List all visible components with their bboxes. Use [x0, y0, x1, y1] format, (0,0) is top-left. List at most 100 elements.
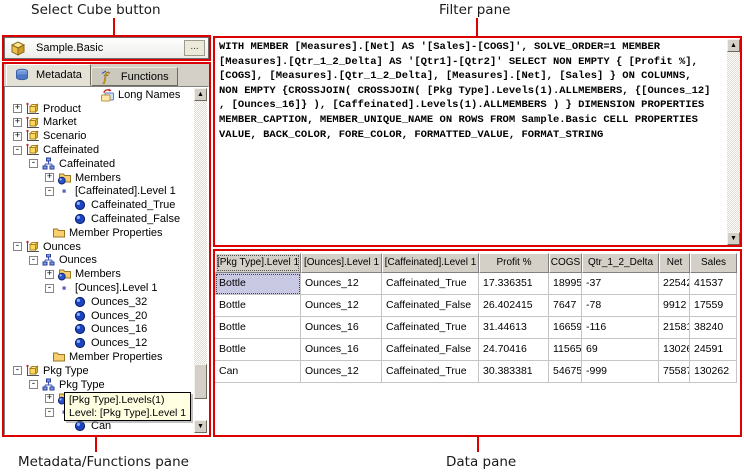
expand-icon[interactable]: + — [13, 118, 22, 127]
table-cell[interactable]: 54675 — [549, 361, 582, 383]
filter-scrollbar-track[interactable] — [727, 52, 740, 232]
table-cell[interactable]: Caffeinated_True — [382, 273, 479, 295]
tree-item-member-properties[interactable]: Member Properties — [5, 226, 194, 240]
scroll-down-button[interactable]: ▼ — [194, 420, 207, 433]
column-header-ounces-level-1[interactable]: [Ounces].Level 1 — [301, 253, 382, 273]
tree-item-ounces[interactable]: -Ounces — [5, 254, 194, 268]
expand-icon[interactable]: + — [45, 173, 54, 182]
selected-cell[interactable]: Bottle — [215, 273, 301, 295]
table-cell[interactable]: Ounces_12 — [301, 273, 382, 295]
table-cell[interactable]: Bottle — [215, 339, 301, 361]
table-cell[interactable]: -116 — [582, 317, 659, 339]
table-cell[interactable]: 24.70416 — [479, 339, 549, 361]
cube-selector-field[interactable]: Sample.Basic ... — [4, 37, 209, 59]
tree-item-caffeinated-true[interactable]: Caffeinated_True — [5, 198, 194, 212]
table-cell[interactable]: Caffeinated_True — [382, 317, 479, 339]
table-cell[interactable]: Ounces_16 — [301, 317, 382, 339]
tree-item-caffeinated-false[interactable]: Caffeinated_False — [5, 212, 194, 226]
table-cell[interactable]: 38240 — [690, 317, 737, 339]
tree-item-ounces-20[interactable]: Ounces_20 — [5, 309, 194, 323]
table-cell[interactable]: 13026 — [659, 339, 690, 361]
column-header-cogs[interactable]: COGS — [549, 253, 582, 273]
table-cell[interactable]: -999 — [582, 361, 659, 383]
tree-item-pkg-type[interactable]: -Pkg Type — [5, 364, 194, 378]
tree-item-ounces-16[interactable]: Ounces_16 — [5, 323, 194, 337]
scroll-up-button[interactable]: ▲ — [194, 88, 207, 101]
tree-item-member-properties[interactable]: Member Properties — [5, 350, 194, 364]
table-cell[interactable]: 75587 — [659, 361, 690, 383]
column-header-net[interactable]: Net — [659, 253, 690, 273]
table-cell[interactable]: 16659 — [549, 317, 582, 339]
table-cell[interactable]: Caffeinated_True — [382, 361, 479, 383]
collapse-icon[interactable]: - — [45, 284, 54, 293]
tree-item-caffeinated[interactable]: -Caffeinated — [5, 157, 194, 171]
collapse-icon[interactable]: - — [45, 408, 54, 417]
column-header-pkg-type-level-1[interactable]: [Pkg Type].Level 1 — [215, 253, 301, 273]
expand-icon[interactable]: + — [45, 270, 54, 279]
table-cell[interactable]: 30.383381 — [479, 361, 549, 383]
table-cell[interactable]: 69 — [582, 339, 659, 361]
tree-item-can[interactable]: Can — [5, 419, 194, 433]
hierarchy-icon — [41, 254, 56, 268]
collapse-icon[interactable]: - — [13, 146, 22, 155]
tree-item-caffeinated[interactable]: -Caffeinated — [5, 143, 194, 157]
column-header-profit[interactable]: Profit % — [479, 253, 549, 273]
collapse-icon[interactable]: - — [29, 159, 38, 168]
tree-item-ounces[interactable]: -Ounces — [5, 240, 194, 254]
table-cell[interactable]: 26.402415 — [479, 295, 549, 317]
column-header-sales[interactable]: Sales — [690, 253, 737, 273]
table-cell[interactable]: 130262 — [690, 361, 737, 383]
tab-functions[interactable]: f Functions — [91, 67, 178, 86]
table-cell[interactable]: Caffeinated_False — [382, 295, 479, 317]
scrollbar-thumb[interactable] — [194, 364, 207, 399]
mdx-query-text[interactable]: WITH MEMBER [Measures].[Net] AS '[Sales]… — [219, 40, 723, 142]
select-cube-button[interactable]: ... — [184, 40, 205, 56]
scrollbar-track[interactable] — [194, 101, 207, 399]
filter-scroll-down-button[interactable]: ▼ — [727, 232, 740, 245]
table-cell[interactable]: 17559 — [690, 295, 737, 317]
column-header-qtr-1-2-delta[interactable]: Qtr_1_2_Delta — [582, 253, 659, 273]
expand-icon[interactable]: + — [45, 394, 54, 403]
table-cell[interactable]: 17.336351 — [479, 273, 549, 295]
table-cell[interactable]: Can — [215, 361, 301, 383]
filter-scroll-up-button[interactable]: ▲ — [727, 39, 740, 52]
expand-icon[interactable]: + — [13, 104, 22, 113]
tab-metadata[interactable]: Metadata — [6, 64, 91, 86]
tree-item-pkg-type[interactable]: -Pkg Type — [5, 378, 194, 392]
member-icon — [73, 336, 88, 350]
table-cell[interactable]: 41537 — [690, 273, 737, 295]
tree-item-market[interactable]: +Market — [5, 116, 194, 130]
table-cell[interactable]: Bottle — [215, 317, 301, 339]
table-cell[interactable]: 21581 — [659, 317, 690, 339]
table-cell[interactable]: -78 — [582, 295, 659, 317]
tree-item-ounces-level-1[interactable]: -[Ounces].Level 1 — [5, 281, 194, 295]
table-cell[interactable]: 9912 — [659, 295, 690, 317]
table-cell[interactable]: Ounces_16 — [301, 339, 382, 361]
table-cell[interactable]: Ounces_12 — [301, 361, 382, 383]
expand-icon[interactable]: + — [13, 132, 22, 141]
table-cell[interactable]: 22542 — [659, 273, 690, 295]
tree-item-members[interactable]: +Members — [5, 267, 194, 281]
table-cell[interactable]: Bottle — [215, 295, 301, 317]
collapse-icon[interactable]: - — [13, 242, 22, 251]
table-cell[interactable]: 7647 — [549, 295, 582, 317]
table-cell[interactable]: 18995 — [549, 273, 582, 295]
table-cell[interactable]: 11565 — [549, 339, 582, 361]
collapse-icon[interactable]: - — [45, 187, 54, 196]
tree-item-product[interactable]: +Product — [5, 102, 194, 116]
table-cell[interactable]: Ounces_12 — [301, 295, 382, 317]
tree-item-ounces-12[interactable]: Ounces_12 — [5, 336, 194, 350]
collapse-icon[interactable]: - — [29, 256, 38, 265]
table-cell[interactable]: 24591 — [690, 339, 737, 361]
column-header-caffeinated-level-1[interactable]: [Caffeinated].Level 1 — [382, 253, 479, 273]
table-cell[interactable]: Caffeinated_False — [382, 339, 479, 361]
tree-item-long-names[interactable]: Long Names — [5, 88, 194, 102]
tree-item-scenario[interactable]: +Scenario — [5, 129, 194, 143]
tree-item-members[interactable]: +Members — [5, 171, 194, 185]
tree-item-ounces-32[interactable]: Ounces_32 — [5, 295, 194, 309]
collapse-icon[interactable]: - — [13, 366, 22, 375]
table-cell[interactable]: 31.44613 — [479, 317, 549, 339]
tree-item-caffeinated-level-1[interactable]: -[Caffeinated].Level 1 — [5, 185, 194, 199]
table-cell[interactable]: -37 — [582, 273, 659, 295]
collapse-icon[interactable]: - — [29, 380, 38, 389]
